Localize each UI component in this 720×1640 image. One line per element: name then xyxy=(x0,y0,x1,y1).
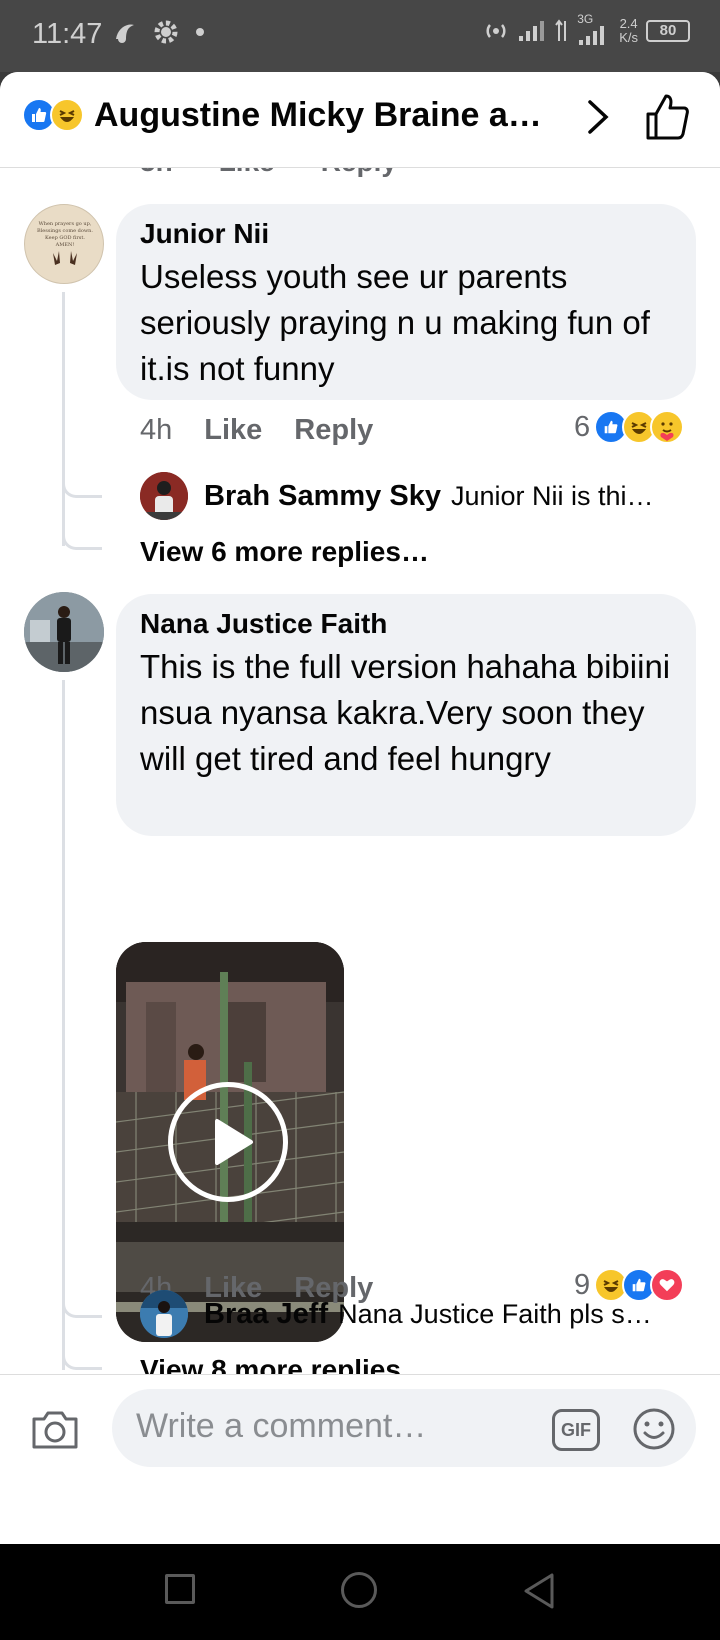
view-more-replies[interactable]: View 8 more replies… xyxy=(140,1354,429,1374)
reactions-header[interactable]: Augustine Micky Braine a… xyxy=(0,72,720,168)
home-button[interactable] xyxy=(341,1572,377,1608)
thread-branch xyxy=(62,1278,102,1318)
reply-author[interactable]: Braa Jeff xyxy=(204,1298,328,1331)
comment-bubble[interactable]: Junior Nii Useless youth see ur parents … xyxy=(116,204,696,400)
thread-branch xyxy=(62,1330,102,1370)
status-time: 11:47 xyxy=(32,18,103,50)
avatar-braa-jeff[interactable] xyxy=(140,1290,188,1338)
notification-dot-icon xyxy=(196,28,204,36)
reply-preview[interactable]: Braa Jeff Nana Justice Faith pls s… xyxy=(140,1290,668,1338)
system-navigation-bar xyxy=(0,1544,720,1640)
svg-text:AMEN!: AMEN! xyxy=(55,242,75,248)
app-notification-icon xyxy=(116,24,134,43)
network-type: 3G xyxy=(577,12,594,26)
camera-icon[interactable] xyxy=(30,1407,80,1451)
back-triangle-icon[interactable] xyxy=(522,1572,556,1610)
comment-composer: Write a comment… GIF xyxy=(0,1374,720,1478)
thread-line xyxy=(62,680,65,1370)
gif-button[interactable]: GIF xyxy=(552,1409,600,1451)
svg-text:When prayers go up,: When prayers go up, xyxy=(39,221,92,227)
reply-text: Nana Justice Faith pls s… xyxy=(338,1298,652,1329)
comment-text: Useless youth see ur parents seriously p… xyxy=(140,258,650,387)
thread-branch xyxy=(62,458,102,498)
reply-text: Junior Nii is thi… xyxy=(450,480,654,511)
recent-apps-button[interactable] xyxy=(165,1574,195,1604)
signal-strength-icon xyxy=(519,21,545,41)
haha-reaction-icon xyxy=(50,98,84,132)
prayer-avatar-image: When prayers go up, Blessings come down.… xyxy=(37,221,93,265)
svg-text:Keep GOD first.: Keep GOD first. xyxy=(45,235,85,241)
person-avatar-image xyxy=(24,592,104,672)
comment-placeholder: Write a comment… xyxy=(136,1407,427,1445)
comments-feed[interactable]: 5h Like Reply When prayers go up, Blessi… xyxy=(0,168,720,1374)
data-transfer-icon xyxy=(555,19,567,41)
signal-3g-icon xyxy=(579,26,605,45)
comment-text: This is the full version hahaha bibiini … xyxy=(140,648,671,777)
avatar-brah-sammy-sky[interactable] xyxy=(140,472,188,520)
battery-indicator: 80 xyxy=(646,20,690,42)
previous-comment-actions: 5h Like Reply xyxy=(140,168,397,178)
comment-author[interactable]: Nana Justice Faith xyxy=(140,608,672,640)
settings-gear-icon xyxy=(154,20,178,44)
comment-reaction-summary[interactable]: 6 xyxy=(574,410,685,444)
comment-time[interactable]: 4h xyxy=(140,414,172,447)
emoji-icon[interactable] xyxy=(632,1407,676,1451)
comment-input[interactable]: Write a comment… GIF xyxy=(112,1389,696,1467)
reaction-count: 6 xyxy=(574,410,591,443)
comment-bubble[interactable]: Nana Justice Faith This is the full vers… xyxy=(116,594,696,836)
reply-author[interactable]: Brah Sammy Sky xyxy=(204,480,441,513)
comment-author[interactable]: Junior Nii xyxy=(140,218,672,250)
status-bar: 11:47 3G 2.4 K/s 80 xyxy=(0,0,720,72)
avatar-nana-justice-faith[interactable] xyxy=(24,592,104,672)
play-icon xyxy=(215,1119,253,1165)
play-button[interactable] xyxy=(168,1082,288,1202)
thread-branch xyxy=(62,510,102,550)
care-reaction-icon xyxy=(650,410,685,444)
post-reactions-title[interactable]: Augustine Micky Braine a… xyxy=(94,96,554,135)
network-speed: 2.4 K/s xyxy=(619,16,638,45)
chevron-right-icon[interactable] xyxy=(580,94,616,140)
comments-sheet: Augustine Micky Braine a… 5h Like Reply … xyxy=(0,72,720,1544)
hotspot-icon xyxy=(486,24,506,38)
like-thumb-icon[interactable] xyxy=(644,92,690,142)
reply-preview[interactable]: Brah Sammy Sky Junior Nii is thi… xyxy=(140,472,720,520)
reply-button[interactable]: Reply xyxy=(321,168,397,178)
like-button[interactable]: Like xyxy=(204,414,262,447)
thread-line xyxy=(62,292,65,546)
header-reactions[interactable] xyxy=(22,98,84,132)
view-more-replies[interactable]: View 6 more replies… xyxy=(140,536,429,568)
svg-text:Blessings come down.: Blessings come down. xyxy=(37,228,93,234)
avatar-junior-nii[interactable]: When prayers go up, Blessings come down.… xyxy=(24,204,104,284)
like-button[interactable]: Like xyxy=(219,168,275,178)
reply-button[interactable]: Reply xyxy=(294,414,373,447)
comment-actions: 4h Like Reply xyxy=(140,414,373,447)
